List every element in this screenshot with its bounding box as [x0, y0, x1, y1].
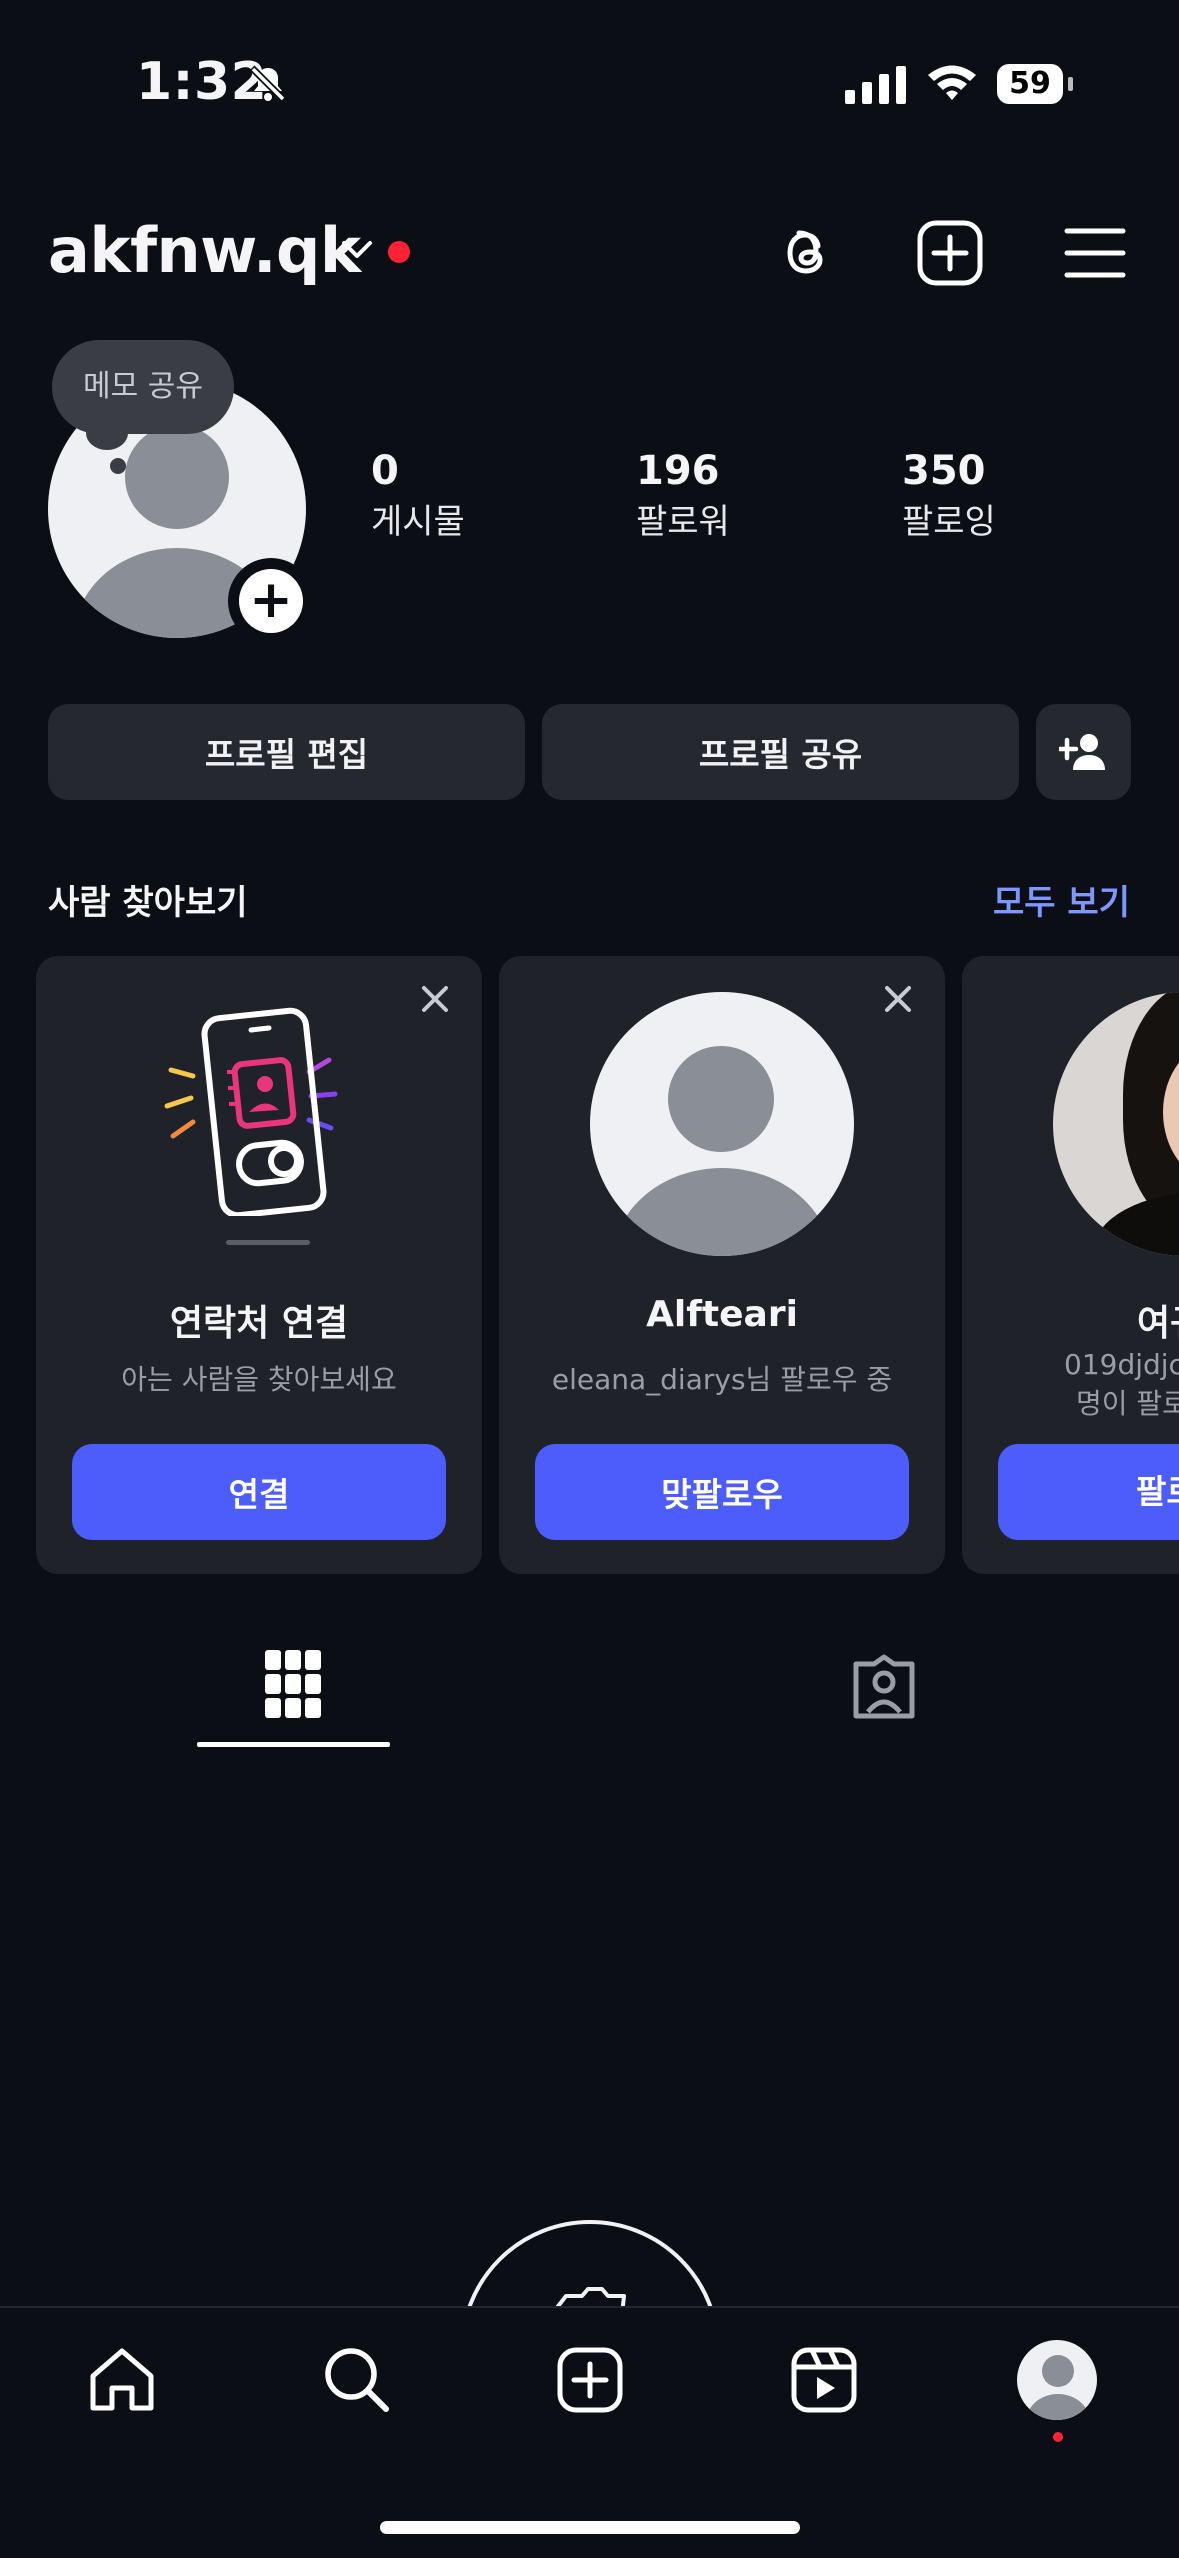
suggestion-card-user[interactable]: 여규 019djdjc 명이 팔로 팔로: [962, 956, 1179, 1574]
close-icon[interactable]: [418, 982, 452, 1020]
share-memo-bubble[interactable]: 메모 공유: [52, 340, 234, 434]
suggestion-card-contacts: 연락처 연결 아는 사람을 찾아보세요 연결: [36, 956, 482, 1574]
see-all-link[interactable]: 모두 보기: [993, 875, 1130, 924]
posts-label: 게시물: [371, 502, 465, 542]
card-subtitle: 명이 팔로: [1076, 1387, 1179, 1420]
posts-stat[interactable]: 0 게시물: [371, 448, 465, 543]
card-name: Alfteari: [646, 1294, 798, 1335]
wifi-icon: [925, 62, 979, 108]
card-divider: [226, 1240, 310, 1245]
followers-stat[interactable]: 196 팔로워: [636, 448, 730, 543]
share-profile-button[interactable]: 프로필 공유: [542, 704, 1019, 800]
card-name: 연락처 연결: [169, 1303, 349, 1344]
plus-icon: +: [239, 569, 303, 633]
home-icon[interactable]: [82, 2340, 162, 2420]
username-switcher[interactable]: akfnw.qk: [48, 214, 361, 287]
tagged-posts-tab[interactable]: [850, 1654, 918, 1724]
menu-icon[interactable]: [1057, 215, 1133, 291]
cellular-signal-icon: [845, 64, 906, 104]
suggestion-card-user[interactable]: Alfteari eleana_diarys님 팔로우 중 맞팔로우: [499, 956, 945, 1574]
user-avatar[interactable]: [590, 992, 854, 1256]
reels-icon[interactable]: [784, 2340, 864, 2420]
silent-bell-icon: [248, 64, 288, 108]
threads-icon[interactable]: [768, 215, 844, 291]
edit-profile-button[interactable]: 프로필 편집: [48, 704, 525, 800]
notification-dot: [1053, 2432, 1063, 2442]
following-stat[interactable]: 350 팔로잉: [902, 448, 996, 543]
card-subtitle: 아는 사람을 찾아보세요: [121, 1363, 397, 1396]
following-label: 팔로잉: [902, 502, 996, 542]
grid-icon: [265, 1650, 321, 1718]
user-avatar[interactable]: [1053, 992, 1179, 1256]
follow-button[interactable]: 팔로: [998, 1444, 1179, 1540]
connect-contacts-button[interactable]: 연결: [72, 1444, 446, 1540]
profile-tab-avatar[interactable]: [1017, 2340, 1097, 2420]
add-person-icon: [1058, 734, 1105, 770]
create-post-icon[interactable]: [912, 215, 988, 291]
followers-label: 팔로워: [636, 502, 730, 542]
create-icon[interactable]: [550, 2340, 630, 2420]
memo-bubble-tail: [86, 416, 128, 450]
card-name: 여규: [1137, 1303, 1179, 1344]
chevron-down-icon[interactable]: [340, 238, 374, 266]
battery-cap: [1068, 77, 1073, 91]
phone-contacts-icon: [149, 996, 369, 1220]
posts-count: 0: [371, 448, 399, 494]
add-story-button[interactable]: +: [228, 558, 314, 644]
tagged-person-icon: [853, 1654, 915, 1719]
home-indicator: [380, 2521, 800, 2534]
active-tab-indicator: [197, 1742, 390, 1747]
card-subtitle: eleana_diarys님 팔로우 중: [551, 1363, 893, 1396]
search-icon[interactable]: [317, 2340, 397, 2420]
following-count: 350: [902, 448, 986, 494]
followers-count: 196: [636, 448, 720, 494]
grid-posts-tab[interactable]: [265, 1650, 321, 1722]
battery-indicator: 59: [997, 64, 1063, 104]
notification-dot: [388, 241, 410, 263]
discover-people-button[interactable]: [1036, 704, 1131, 800]
card-subtitle: 019djdjc: [1064, 1348, 1179, 1381]
memo-bubble-tail-dot: [110, 458, 126, 474]
discover-people-title: 사람 찾아보기: [48, 883, 248, 923]
close-icon[interactable]: [881, 982, 915, 1020]
follow-back-button[interactable]: 맞팔로우: [535, 1444, 909, 1540]
